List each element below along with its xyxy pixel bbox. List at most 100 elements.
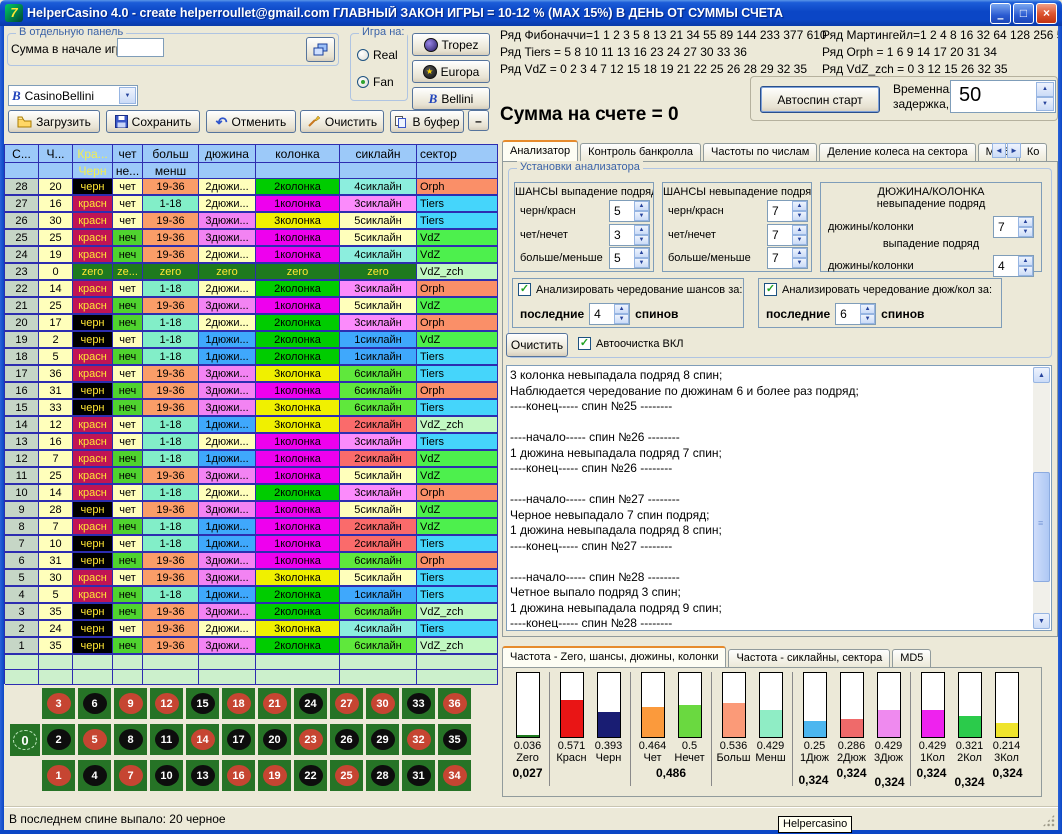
table-row[interactable]: 1631черннеч19-363дюжи...1колонка6сиклайн… [5, 383, 498, 400]
board-cell-zero[interactable]: 0 [10, 724, 40, 756]
spin-down-icon[interactable]: ▼ [860, 314, 875, 324]
combo-dropdown-icon[interactable]: ▼ [119, 87, 136, 104]
board-cell-6[interactable]: 6 [78, 688, 111, 719]
table-row[interactable]: 1412краснчет1-181дюжи...3колонка2сиклайн… [5, 417, 498, 434]
spin-up-icon[interactable]: ▲ [1018, 217, 1033, 227]
tab-scroll-right-icon[interactable]: ► [1007, 143, 1021, 158]
log-scrollbar[interactable]: ▲ ▼ [1033, 367, 1050, 629]
table-row[interactable]: 127красннеч1-181дюжи...1колонка2сиклайнV… [5, 451, 498, 468]
europa-button[interactable]: ★ Europa [412, 60, 490, 83]
board-cell-25[interactable]: 25 [330, 760, 363, 791]
delay-spin-up-icon[interactable]: ▲ [1036, 82, 1054, 97]
spin-up-icon[interactable]: ▲ [634, 201, 649, 211]
table-row[interactable]: 2214краснчет1-182дюжи...2колонка3сиклайн… [5, 281, 498, 298]
table-row[interactable]: 45красннеч1-181дюжи...2колонка1сиклайнTi… [5, 587, 498, 604]
scroll-up-icon[interactable]: ▲ [1033, 367, 1050, 383]
board-cell-33[interactable]: 33 [402, 688, 435, 719]
board-cell-22[interactable]: 22 [294, 760, 327, 791]
minimize-button[interactable]: – [990, 3, 1011, 24]
header-cell[interactable] [5, 163, 39, 179]
close-button[interactable]: × [1036, 3, 1057, 24]
spinner-even-odd-miss[interactable]: 7▲▼ [767, 224, 808, 246]
header-cell[interactable]: сектор [417, 145, 498, 163]
table-row[interactable]: 224чернчет19-362дюжи...3колонка4сиклайнT… [5, 621, 498, 638]
radio-real-circle[interactable] [357, 49, 369, 61]
spin-down-icon[interactable]: ▼ [634, 211, 649, 221]
spinner-dozen-miss[interactable]: 7▲▼ [993, 216, 1034, 238]
delay-spinner[interactable]: 50 ▲ ▼ [950, 80, 1056, 113]
save-button[interactable]: Сохранить [106, 110, 200, 133]
board-cell-14[interactable]: 14 [186, 724, 219, 755]
header-cell[interactable] [39, 163, 73, 179]
header-cell[interactable] [199, 163, 256, 179]
chances-alternation-checkbox[interactable]: ✓ [518, 283, 531, 296]
spin-up-icon[interactable]: ▲ [614, 304, 629, 314]
board-cell-30[interactable]: 30 [366, 688, 399, 719]
freq-tab-MD5[interactable]: MD5 [892, 649, 931, 667]
board-cell-5[interactable]: 5 [78, 724, 111, 755]
board-cell-17[interactable]: 17 [222, 724, 255, 755]
board-cell-24[interactable]: 24 [294, 688, 327, 719]
spinner-black-red-miss[interactable]: 7▲▼ [767, 200, 808, 222]
spin-down-icon[interactable]: ▼ [792, 258, 807, 268]
table-row[interactable]: 631черннеч19-363дюжи...1колонка6сиклайнO… [5, 553, 498, 570]
table-row[interactable]: 1533черннеч19-363дюжи...3колонка6сиклайн… [5, 400, 498, 417]
bellini-button[interactable]: B Bellini [412, 87, 490, 110]
table-row[interactable]: 2125красннеч19-363дюжи...1колонка5сиклай… [5, 298, 498, 315]
table-row[interactable]: 710чернчет1-181дюжи...1колонка2сиклайнTi… [5, 536, 498, 553]
spinner-even-odd-hit[interactable]: 3▲▼ [609, 224, 650, 246]
to-buffer-button[interactable]: В буфер [390, 110, 464, 133]
board-cell-10[interactable]: 10 [150, 760, 183, 791]
spin-down-icon[interactable]: ▼ [792, 211, 807, 221]
header-cell[interactable]: С... [5, 145, 39, 163]
title-bar[interactable]: 7 HelperCasino 4.0 - create helperroulle… [0, 0, 1062, 26]
table-row[interactable]: 2419красннеч19-362дюжи...1колонка4сиклай… [5, 247, 498, 264]
header-cell[interactable]: дюжина [199, 145, 256, 163]
board-cell-9[interactable]: 9 [114, 688, 147, 719]
tropez-button[interactable]: Tropez [412, 33, 490, 56]
table-row[interactable]: 185красннеч1-181дюжи...2колонка1сиклайнT… [5, 349, 498, 366]
board-cell-18[interactable]: 18 [222, 688, 255, 719]
table-row[interactable]: 230zeroze...zerozerozerozeroVdZ_zch [5, 264, 498, 281]
board-cell-21[interactable]: 21 [258, 688, 291, 719]
table-row[interactable]: 1125красннеч19-363дюжи...1колонка5сиклай… [5, 468, 498, 485]
table-row[interactable]: 335черннеч19-363дюжи...2колонка6сиклайнV… [5, 604, 498, 621]
board-cell-28[interactable]: 28 [366, 760, 399, 791]
table-row[interactable]: 2820чернчет19-362дюжи...2колонка4сиклайн… [5, 179, 498, 196]
board-cell-19[interactable]: 19 [258, 760, 291, 791]
table-row[interactable]: 2716краснчет1-182дюжи...1колонка3сиклайн… [5, 196, 498, 213]
dozen-alternation-checkbox[interactable]: ✓ [764, 283, 777, 296]
tab-scroll-left-icon[interactable]: ◄ [992, 143, 1006, 158]
analyzer-clear-button[interactable]: Очистить [506, 333, 568, 357]
spin-down-icon[interactable]: ▼ [614, 314, 629, 324]
board-cell-34[interactable]: 34 [438, 760, 471, 791]
spinner-dozen-spins[interactable]: 6▲▼ [835, 303, 876, 325]
board-cell-23[interactable]: 23 [294, 724, 327, 755]
freq-tab-Частота - сиклайны, сектора[interactable]: Частота - сиклайны, сектора [728, 649, 890, 667]
tab-Ко[interactable]: Ко [1019, 143, 1048, 161]
table-row[interactable]: 135черннеч19-363дюжи...2колонка6сиклайнV… [5, 638, 498, 655]
tab-Анализатор[interactable]: Анализатор [502, 140, 578, 161]
autospin-start-button[interactable]: Автоспин старт [760, 86, 880, 113]
load-button[interactable]: Загрузить [8, 110, 100, 133]
start-sum-input[interactable] [117, 38, 164, 57]
table-row[interactable]: 87красннеч1-181дюжи...1колонка2сиклайнVd… [5, 519, 498, 536]
spin-up-icon[interactable]: ▲ [792, 225, 807, 235]
freq-tab-Частота - Zero, шансы, дюжины, колонки[interactable]: Частота - Zero, шансы, дюжины, колонки [502, 646, 726, 667]
radio-fan-circle[interactable] [357, 76, 369, 88]
header-cell[interactable] [417, 163, 498, 179]
spin-up-icon[interactable]: ▲ [634, 248, 649, 258]
spin-down-icon[interactable]: ▼ [792, 235, 807, 245]
header-cell[interactable]: Ч... [39, 145, 73, 163]
board-cell-7[interactable]: 7 [114, 760, 147, 791]
header-cell[interactable] [340, 163, 417, 179]
clear-button[interactable]: Очистить [300, 110, 384, 133]
analyzer-log[interactable]: 3 колонка невыпадала подряд 8 спин; Набл… [506, 365, 1052, 631]
autoclean-checkbox[interactable]: ✓ [578, 337, 591, 350]
table-row[interactable]: 2630краснчет19-363дюжи...3колонка5сиклай… [5, 213, 498, 230]
collapse-button[interactable]: – [468, 110, 489, 131]
board-cell-32[interactable]: 32 [402, 724, 435, 755]
header-cell[interactable]: сиклайн [340, 145, 417, 163]
board-cell-20[interactable]: 20 [258, 724, 291, 755]
spin-down-icon[interactable]: ▼ [1018, 227, 1033, 237]
